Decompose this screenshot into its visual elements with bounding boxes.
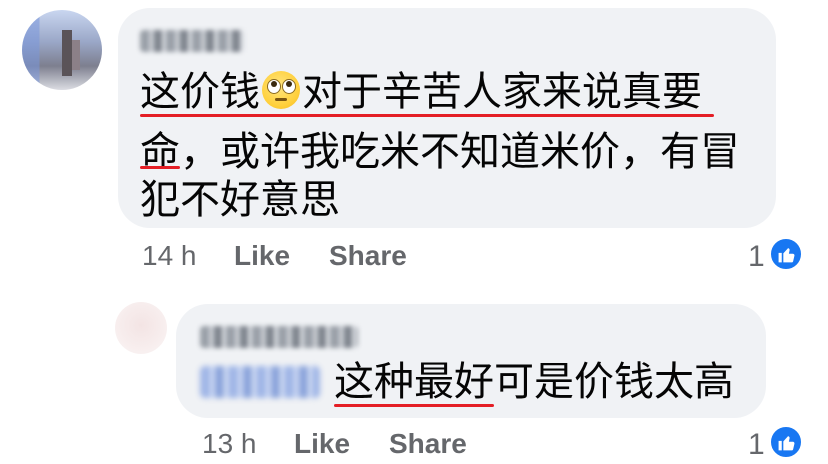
reply-meta: 13 h [202,428,257,460]
like-button[interactable]: Like [234,240,290,272]
reply-like-button[interactable]: Like [294,428,350,460]
mention-tag-redacted[interactable] [200,366,320,398]
reply-text: 这种最好可是价钱太高 [334,359,734,405]
reaction-count[interactable]: 1 [748,240,765,274]
comment-text-line-1: 这价钱 对于辛苦人家来说真要 [140,69,702,115]
commenter-name-redacted[interactable] [140,30,244,52]
avatar-blur-block [72,40,80,70]
reply-reaction-count[interactable]: 1 [748,428,765,462]
commenter-avatar[interactable] [22,10,102,90]
comment-text-line-3: 犯不好意思 [140,177,340,223]
red-underline-annotation [334,404,494,407]
like-icon[interactable] [768,424,804,460]
comment-text-line-2: 命，或许我吃米不知道米价，有冒 [140,129,740,175]
reply-share-button[interactable]: Share [389,428,467,460]
share-button[interactable]: Share [329,240,407,272]
comment-timestamp[interactable]: 14 h [142,240,197,271]
comment-meta: 14 h [142,240,197,272]
red-underline-annotation [140,166,180,169]
reply-timestamp[interactable]: 13 h [202,428,257,459]
rolling-eyes-emoji-icon [262,71,300,109]
reply-author-name-redacted[interactable] [200,326,358,348]
like-icon[interactable] [768,236,804,272]
avatar-blur-block [62,30,72,76]
reply-avatar[interactable] [115,302,167,354]
red-underline-annotation [140,114,714,117]
